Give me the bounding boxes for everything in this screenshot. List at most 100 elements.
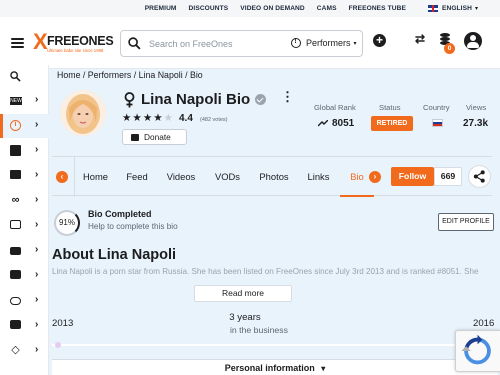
status-badge: RETIRED [371,116,413,131]
chevron-right-icon: › [35,244,39,255]
discounts-link[interactable]: DISCOUNTS [189,5,229,12]
sidebar-item-forum[interactable]: › [0,314,49,338]
search-placeholder[interactable]: Search on FreeOnes [149,39,233,49]
search-icon [10,71,21,82]
personal-information-toggle[interactable]: Personal information ▾ [52,359,498,375]
chevron-down-icon: ▾ [353,40,357,47]
recaptcha-icon[interactable] [455,330,500,372]
status-label: Status [379,103,401,112]
chevron-right-icon: › [35,119,39,130]
views-value: 27.3k [463,118,489,129]
country-label: Country [423,103,450,112]
half-star-icon: ★ [163,112,175,124]
sidebar-item-photos[interactable]: › [0,139,49,163]
sidebar-item-cams[interactable]: › [0,239,49,263]
career-timeline [52,344,498,346]
forum-icon [10,320,21,329]
sidebar-item-tube[interactable]: › [0,264,49,288]
new-icon: NEW [10,97,22,105]
shuffle-icon[interactable]: ⇄ [415,32,425,46]
bio-progress-circle: 91% [54,210,80,236]
chevron-right-icon: › [35,94,39,105]
search-bar[interactable]: Search on FreeOnes Performers ▾ [120,30,363,57]
career-years-value: 3 years [229,312,261,323]
add-icon[interactable]: + [373,34,386,47]
tab-links[interactable]: Links [298,157,339,197]
career-start-year: 2013 [52,318,74,329]
follower-count: 669 [434,167,462,186]
edit-profile-button[interactable]: EDIT PROFILE [438,213,494,231]
cams-icon [10,247,21,255]
page-title: Lina Napoli Bio [123,91,267,108]
personal-information-label: Personal information [224,363,315,373]
breadcrumb[interactable]: Home / Performers / Lina Napoli / Bio [57,70,203,80]
premium-link[interactable]: PREMIUM [145,5,177,12]
tabs-next-icon[interactable]: › [369,171,381,183]
donate-label: Donate [144,132,171,142]
profile-tabs: ‹ Home Feed Videos VODs Photos Links Bio… [52,156,492,197]
search-icon [128,37,141,50]
cams-link[interactable]: CAMS [317,5,337,12]
career-end-year: 2016 [473,318,495,329]
bio-completed-title: Bio Completed [88,209,152,219]
tab-photos[interactable]: Photos [250,157,298,197]
trend-icon [318,120,328,127]
vod-icon [10,220,21,229]
tab-home[interactable]: Home [74,157,117,197]
header: X FREEONES Ultimate babe site since 1998… [0,17,500,69]
performers-icon: i [10,120,21,131]
sidebar-item-games[interactable]: › [0,289,49,313]
about-text: Lina Napoli is a porn star from Russia. … [52,267,479,276]
follow-button[interactable]: Follow [391,167,434,186]
user-avatar-icon[interactable] [464,32,482,50]
sidebar-item-premium[interactable]: ◇ › [0,339,49,363]
hamburger-menu-icon[interactable] [11,38,24,48]
performer-name: Lina Napoli Bio [141,91,251,108]
career-years-label: in the business [230,325,288,335]
performer-photo[interactable] [60,90,106,136]
chevron-right-icon: › [35,269,39,280]
global-rank-value: 8051 [332,118,355,129]
logo-tagline: Ultimate babe site since 1998 [47,48,104,53]
links-icon: ∞ [11,194,20,206]
language-selector[interactable]: ENGLISH [442,5,472,12]
search-scope-select[interactable]: Performers ▾ [291,38,357,48]
videos-icon [10,170,21,179]
sidebar-item-performers[interactable]: i › [0,114,49,138]
chevron-right-icon: › [35,219,39,230]
female-icon [124,91,135,107]
donate-button[interactable]: Donate [122,129,187,145]
read-more-button[interactable]: Read more [194,285,292,302]
chevron-right-icon: › [35,194,39,205]
chevron-right-icon: › [35,319,39,330]
gift-icon [131,134,139,141]
chevron-right-icon: › [35,294,39,305]
sidebar-item-vod[interactable]: › [0,214,49,238]
rating-value: 4.4 [179,113,193,124]
diamond-icon: ◇ [11,344,20,356]
freeones-tube-link[interactable]: FREEONES TUBE [349,5,406,12]
logo-mark-icon: X [33,29,48,54]
tabs-prev-icon[interactable]: ‹ [56,171,68,183]
logo-text: FREEONES [47,34,114,48]
sidebar-item-videos[interactable]: › [0,164,49,188]
tab-feed[interactable]: Feed [117,157,157,197]
global-rank-label: Global Rank [314,103,356,112]
freeones-logo[interactable]: X FREEONES Ultimate babe site since 1998 [33,29,114,59]
more-options-icon[interactable]: ⋮ [281,90,294,103]
verified-icon [255,94,267,105]
chevron-right-icon: › [35,169,39,180]
tab-videos[interactable]: Videos [157,157,205,197]
search-scope-label: Performers [306,38,351,48]
sidebar-item-search[interactable] [0,65,49,89]
sidebar-item-links[interactable]: ∞ › [0,189,49,213]
rating-stars[interactable]: ★★★★★ [122,112,174,124]
share-icon[interactable] [468,165,491,188]
tab-vods[interactable]: VODs [205,157,250,197]
sidebar-item-new[interactable]: NEW › [0,89,49,113]
votes-count: (482 votes) [200,117,228,123]
photos-icon [10,145,21,156]
chevron-down-icon: ▾ [474,6,478,12]
video-on-demand-link[interactable]: VIDEO ON DEMAND [240,5,305,12]
bio-help-link[interactable]: Help to complete this bio [88,222,178,231]
